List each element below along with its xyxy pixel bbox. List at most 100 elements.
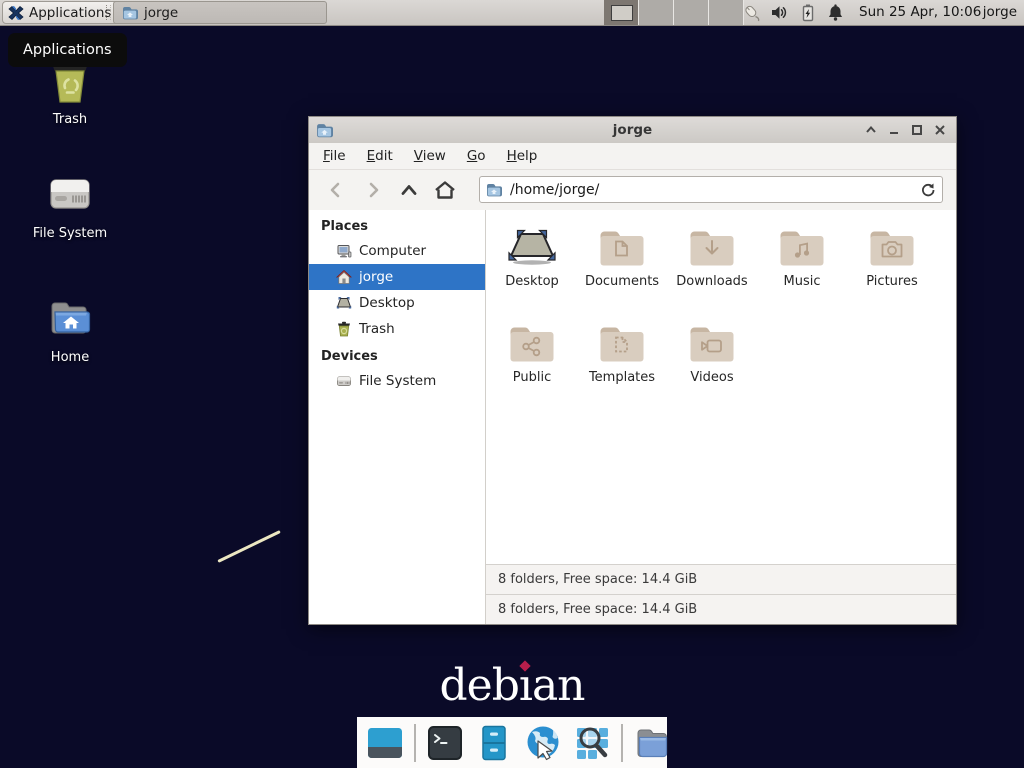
status-bar: 8 folders, Free space: 14.4 GiB (486, 564, 956, 594)
public-folder-icon (508, 323, 556, 363)
mouse-settings-icon[interactable] (742, 3, 761, 22)
reload-icon[interactable] (920, 182, 936, 198)
show-desktop-button[interactable] (365, 723, 405, 763)
window-title: jorge (309, 122, 956, 138)
sidebar-item-label: Trash (359, 321, 395, 337)
taskbar-window-button[interactable]: jorge (113, 1, 327, 24)
workspace-2[interactable] (639, 0, 674, 25)
drive-small-icon (336, 373, 352, 389)
logo-text-i: ı (519, 660, 532, 711)
desktop-places-icon (336, 295, 352, 311)
forward-button[interactable] (360, 177, 386, 203)
desktop-icon-label: Trash (20, 112, 120, 127)
computer-icon (336, 243, 352, 259)
folder-item-label: Videos (667, 370, 757, 385)
window-body: Places Computer jorge (309, 210, 956, 624)
menu-bar: File Edit View Go Help (309, 143, 956, 170)
path-input[interactable] (508, 181, 920, 199)
path-bar[interactable] (479, 176, 943, 203)
folder-item-music[interactable]: Music (757, 219, 847, 311)
home-button[interactable] (432, 177, 458, 203)
back-button[interactable] (323, 177, 349, 203)
application-finder-launcher[interactable] (572, 723, 612, 763)
menu-file[interactable]: File (323, 148, 346, 164)
panel-session-user[interactable]: jorge (983, 0, 1017, 25)
close-button[interactable] (933, 123, 947, 137)
menu-edit[interactable]: Edit (367, 148, 393, 164)
folder-item-public[interactable]: Public (487, 315, 577, 407)
file-manager-launcher[interactable] (474, 723, 514, 763)
sidebar-item-label: jorge (359, 269, 393, 285)
folder-item-label: Desktop (487, 274, 577, 289)
user-home-icon (336, 269, 352, 285)
workspace-switcher[interactable] (604, 0, 744, 25)
sidebar-item-label: File System (359, 373, 436, 389)
desktop-item-icon (508, 227, 556, 267)
sidebar-item-label: Computer (359, 243, 426, 259)
menu-view[interactable]: View (414, 148, 446, 164)
sidebar-item-label: Desktop (359, 295, 415, 311)
folder-item-templates[interactable]: Templates (577, 315, 667, 407)
desktop-icon-home[interactable]: Home (20, 294, 120, 365)
toolbar (309, 170, 956, 211)
folder-view: Desktop Documents (486, 210, 956, 594)
status-bar: 8 folders, Free space: 14.4 GiB (486, 594, 956, 624)
sidebar-item-trash[interactable]: Trash (309, 316, 485, 342)
terminal-launcher[interactable] (425, 723, 465, 763)
folder-item-desktop[interactable]: Desktop (487, 219, 577, 311)
applications-menu-button[interactable]: Applications (2, 1, 120, 24)
folder-item-documents[interactable]: Documents (577, 219, 667, 311)
xfce-logo-icon (8, 5, 24, 21)
folder-item-label: Music (757, 274, 847, 289)
system-tray (742, 0, 845, 25)
notifications-bell-icon[interactable] (826, 3, 845, 22)
logo-text-pre: deb (439, 660, 518, 711)
sidebar-item-file-system[interactable]: File System (309, 368, 485, 394)
dock (357, 717, 667, 768)
volume-icon[interactable] (770, 3, 789, 22)
sidebar-item-computer[interactable]: Computer (309, 238, 485, 264)
minimize-button[interactable] (887, 123, 901, 137)
sidebar-item-desktop[interactable]: Desktop (309, 290, 485, 316)
sidebar-item-jorge[interactable]: jorge (309, 264, 485, 290)
file-manager-window: jorge File Edit View Go Help (308, 116, 957, 625)
music-folder-icon (778, 227, 826, 267)
dock-separator (414, 724, 416, 762)
folder-item-downloads[interactable]: Downloads (667, 219, 757, 311)
maximize-button[interactable] (910, 123, 924, 137)
folder-item-label: Documents (577, 274, 667, 289)
templates-folder-icon (598, 323, 646, 363)
desktop-icon-file-system[interactable]: File System (20, 170, 120, 241)
hard-drive-icon (46, 170, 94, 218)
folder-icon (122, 6, 138, 20)
desktop-icon-label: Home (20, 350, 120, 365)
places-header: Places (321, 216, 368, 238)
trash-small-icon (336, 321, 352, 337)
folder-item-label: Public (487, 370, 577, 385)
folder-item-pictures[interactable]: Pictures (847, 219, 937, 311)
window-titlebar[interactable]: jorge (309, 117, 956, 144)
shade-button[interactable] (864, 123, 878, 137)
workspace-4[interactable] (709, 0, 744, 25)
folder-item-videos[interactable]: Videos (667, 315, 757, 407)
battery-icon[interactable] (798, 3, 817, 22)
downloads-folder-icon (688, 227, 736, 267)
directory-menu-button[interactable] (632, 723, 672, 763)
menu-go[interactable]: Go (467, 148, 486, 164)
web-browser-launcher[interactable] (523, 723, 563, 763)
logo-text-post: an (532, 660, 585, 711)
folder-item-label: Pictures (847, 274, 937, 289)
up-button[interactable] (396, 177, 422, 203)
videos-folder-icon (688, 323, 736, 363)
applications-tooltip: Applications (8, 33, 127, 67)
workspace-3[interactable] (674, 0, 709, 25)
desktop-line-artifact (217, 530, 280, 563)
panel-clock[interactable]: Sun 25 Apr, 10:06 (859, 0, 981, 25)
sidebar: Places Computer jorge (309, 210, 485, 624)
panel-grip[interactable] (106, 5, 111, 20)
menu-help[interactable]: Help (507, 148, 538, 164)
workspace-window-thumb (611, 5, 633, 21)
devices-header: Devices (321, 346, 378, 368)
desktop-icon-label: File System (20, 226, 120, 241)
workspace-1[interactable] (604, 0, 639, 25)
